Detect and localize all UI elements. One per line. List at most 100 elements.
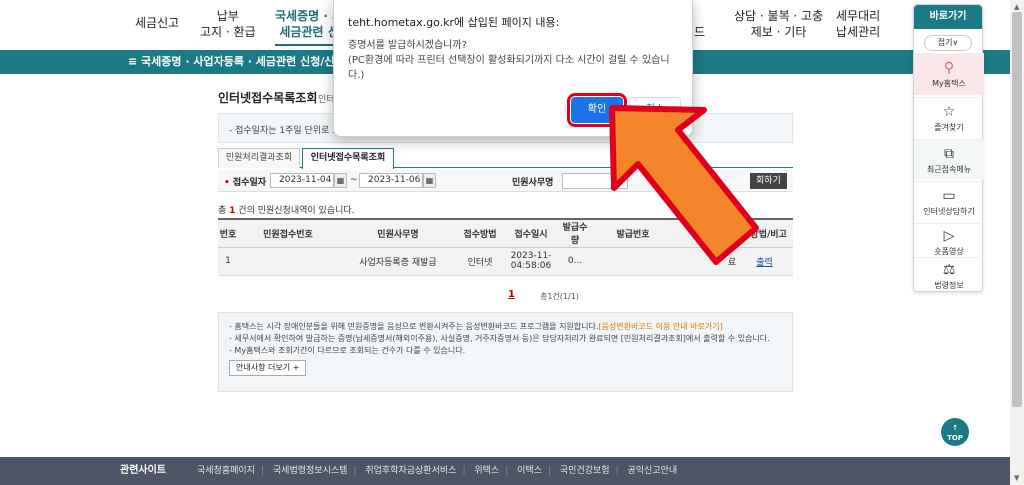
footer-link[interactable]: 위택스	[474, 466, 499, 476]
quick-my-hometax[interactable]: ⚲ My홈택스	[914, 53, 984, 95]
footer-link[interactable]: 국민건강보험	[560, 466, 610, 476]
scroll-down-icon[interactable]: ▼	[1014, 474, 1019, 482]
page-current[interactable]: 1	[508, 289, 515, 300]
dialog-message: 증명서를 발급하시겠습니까? (PC환경에 따라 프린터 선택창이 활성화되기까…	[348, 40, 670, 81]
calendar-icon[interactable]: ▦	[423, 173, 436, 188]
quick-item-label: My홈택스	[932, 79, 966, 88]
tab-internet-list[interactable]: 인터넷접수목록조회	[302, 148, 394, 169]
star-icon: ☆	[942, 104, 956, 120]
col-datetime: 접수일시	[502, 218, 560, 248]
gavel-icon: ⚖	[942, 262, 956, 278]
nav-agent[interactable]: 세무대리 납세관리	[836, 8, 880, 40]
quick-law-info[interactable]: ⚖ 법령정보	[914, 257, 984, 291]
date-label-text: 접수일자	[232, 178, 267, 188]
quick-item-label: 인터넷상담하기	[923, 207, 975, 216]
footer-divider: |	[462, 466, 466, 476]
footer-divider: |	[260, 466, 265, 476]
recent-menu-icon: ⧉	[944, 146, 954, 162]
nav-tax-filing[interactable]: 세금신고	[135, 15, 179, 31]
tab-bar: 민원처리결과조회 인터넷접수목록조회	[218, 148, 793, 169]
quick-fold-button[interactable]: 접기∨	[924, 35, 972, 51]
nav-hidden-item[interactable]: 드	[694, 24, 705, 40]
footer-divider: |	[505, 466, 509, 476]
pagination-total: 총1건(1/1)	[540, 292, 579, 301]
quick-item-label: 법령정보	[934, 281, 964, 290]
page-title: 인터넷접수목록조회	[218, 91, 318, 105]
confirm-ok-button[interactable]: 확인	[567, 93, 627, 127]
date-label: • 접수일자	[224, 178, 267, 188]
col-quantity: 발급수량	[560, 218, 590, 248]
laptop-icon: ▭	[942, 188, 956, 204]
scroll-up-icon[interactable]: ▲	[1014, 3, 1019, 11]
guide-more-button[interactable]: 안내사항 더보기 +	[229, 360, 307, 376]
scroll-top-button[interactable]: ↑ TOP	[941, 418, 969, 446]
result-count: 총 1 건의 민원신청내역이 있습니다.	[218, 203, 355, 216]
quick-item-label: 즐겨찾기	[934, 123, 964, 132]
scrollbar-thumb[interactable]	[1012, 12, 1022, 407]
nav-label: 납세관리	[836, 25, 881, 39]
tab-result[interactable]: 민원처리결과조회	[218, 148, 300, 168]
cell-receipt-no	[238, 247, 338, 276]
nav-label: 납부	[216, 9, 239, 23]
guide-line-1: - 홈택스는 시각 장애인분들을 위해 민원증명을 음성으로 변환시켜주는 음성…	[229, 321, 782, 333]
type-label: 민원사무명	[512, 178, 554, 188]
nav-payment[interactable]: 납부 고지 · 환급	[200, 8, 256, 40]
footer-link[interactable]: 이택스	[517, 466, 542, 476]
cell-status: 료	[676, 247, 736, 276]
nav-label: 고지 · 환급	[200, 25, 256, 39]
footer-link[interactable]: 취업후학자금상환서비스	[365, 466, 456, 476]
footer-link[interactable]: 국세청홈페이지	[197, 466, 255, 476]
guide-line-3: - My홈택스와 조회기간이 다르므로 조회되는 건수가 다를 수 있습니다.	[229, 346, 466, 355]
notice-text: - 접수일자는 1주일 단위로 조회	[229, 126, 349, 136]
nav-label: 세금신고	[135, 16, 180, 30]
pagination: 1	[508, 289, 515, 300]
guide-text: - 홈택스는 시각 장애인분들을 위해 민원증명을 음성으로 변환시켜주는 음성…	[229, 322, 599, 331]
footer-divider: |	[615, 466, 619, 476]
nav-label: 상담 · 불복 · 고충	[734, 9, 824, 23]
date-from-input[interactable]: 2023-11-04	[270, 173, 334, 188]
col-issue-no: 발급번호	[590, 218, 676, 248]
quick-favorites[interactable]: ☆ 즐겨찾기	[914, 97, 984, 137]
confirm-dialog: teht.hometax.go.kr에 삽입된 페이지 내용: 증명서를 발급하…	[333, 0, 693, 137]
quick-panel: 바로가기 접기∨ ⚲ My홈택스 ☆ 즐겨찾기 ⧉ 최근접속메뉴 ▭ 인터넷상담…	[913, 4, 984, 292]
play-icon: ▷	[943, 228, 955, 244]
col-service-name: 민원사무명	[338, 218, 458, 248]
cell-issue-no	[590, 247, 676, 276]
date-to-input[interactable]: 2023-11-06	[359, 173, 423, 188]
table-header-row: 번호 민원접수번호 민원사무명 접수방법 접수일시 발급수량 발급번호 명방법/…	[218, 218, 793, 248]
footer-link[interactable]: 국세법령정보시스템	[273, 466, 348, 476]
quick-recent-menu[interactable]: ⧉ 최근접속메뉴	[914, 139, 984, 179]
footer-title: 관련사이트	[120, 465, 166, 476]
footer-link[interactable]: 공익신고안내	[628, 466, 678, 476]
quick-internet-counsel[interactable]: ▭ 인터넷상담하기	[914, 181, 984, 221]
cell-datetime: 2023-11- 04:58:06	[502, 247, 560, 276]
col-note: 명방법/비고	[736, 218, 793, 248]
top-label: TOP	[947, 434, 963, 442]
type-input[interactable]	[562, 173, 628, 189]
voice-barcode-link[interactable]: [음성변환바코드 이용 안내 바로가기]	[598, 322, 722, 331]
guide-line-2: - 세무서에서 확인하여 발급하는 증명(납세증명서(해외이주용), 사실증명,…	[229, 334, 770, 343]
confirm-cancel-button[interactable]: 취소	[629, 97, 681, 123]
quick-panel-title: 바로가기	[914, 5, 982, 29]
quick-short-video[interactable]: ▷ 숏폼영상	[914, 223, 984, 257]
dialog-title: teht.hometax.go.kr에 삽입된 페이지 내용:	[348, 16, 560, 29]
col-method: 접수방법	[458, 218, 502, 248]
arrow-up-icon: ↑	[952, 424, 958, 432]
user-icon: ⚲	[943, 60, 955, 76]
section-bar-label: ≡ 국세증명 · 사업자등록 · 세금관련 신청/신고	[128, 55, 345, 68]
calendar-icon[interactable]: ▦	[334, 173, 347, 188]
date-tilde: ~	[350, 175, 358, 185]
footer-divider: |	[547, 466, 552, 476]
search-row: • 접수일자 2023-11-04 ▦ ~ 2023-11-06 ▦ 민원사무명…	[218, 170, 793, 192]
nav-counsel[interactable]: 상담 · 불복 · 고충 제보 · 기타	[734, 8, 823, 40]
print-link[interactable]: 출력	[736, 247, 793, 276]
col-status	[676, 218, 736, 248]
footer: 관련사이트 국세청홈페이지 | 국세법령정보시스템 | 취업후학자금상환서비스 | 위…	[0, 457, 1010, 485]
result-table: 번호 민원접수번호 민원사무명 접수방법 접수일시 발급수량 발급번호 명방법/…	[218, 218, 793, 276]
nav-label: 세무대리	[836, 9, 881, 23]
table-row: 1 사업자등록증 재발급 인터넷 2023-11- 04:58:06 0... …	[218, 247, 793, 276]
count-prefix: 총	[218, 206, 227, 216]
search-button[interactable]: 회하기	[750, 173, 787, 189]
cell-service-name: 사업자등록증 재발급	[338, 247, 458, 276]
count-suffix: 건의 민원신청내역이 있습니다.	[238, 206, 355, 216]
